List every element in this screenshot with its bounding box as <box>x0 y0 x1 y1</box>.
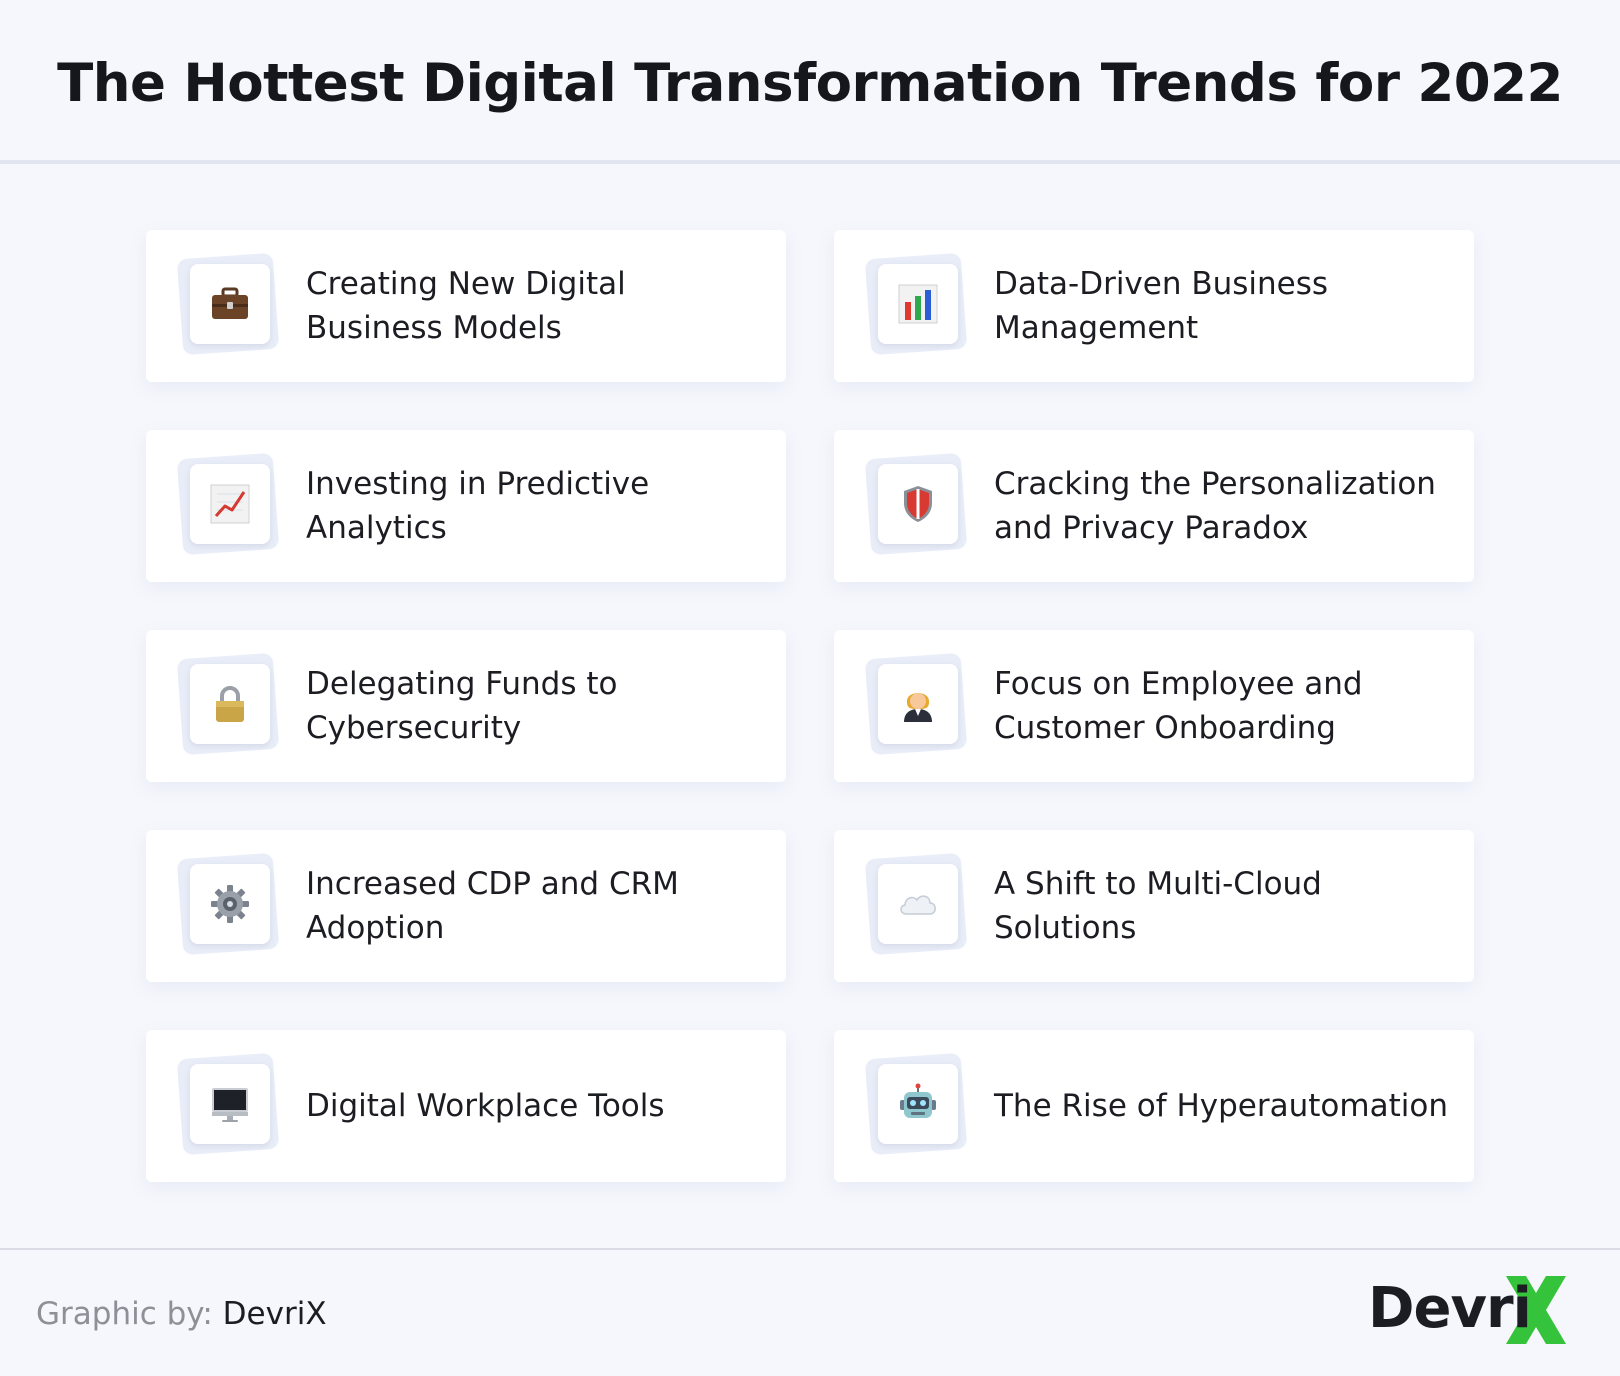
trend-label: Digital Workplace Tools <box>306 1088 665 1124</box>
icon-tile <box>864 652 968 756</box>
trend-card: A Shift to Multi-Cloud Solutions <box>834 830 1474 982</box>
icon-tile <box>864 852 968 956</box>
title-band: The Hottest Digital Transformation Trend… <box>0 0 1620 164</box>
bar-chart-icon <box>898 284 938 324</box>
trend-card: Data-Driven Business Management <box>834 230 1474 382</box>
cloud-icon <box>900 895 936 915</box>
credit-prefix: Graphic by: <box>36 1296 223 1332</box>
trend-card: Increased CDP and CRM Adoption <box>146 830 786 982</box>
trend-label: Focus on Employee and Customer Onboardin… <box>994 666 1363 746</box>
trend-card: Investing in Predictive Analytics <box>146 430 786 582</box>
padlock-icon <box>216 686 244 722</box>
trend-label: Delegating Funds to Cybersecurity <box>306 666 618 746</box>
trend-chart-icon <box>210 484 250 524</box>
icon-tile <box>176 852 280 956</box>
trend-label: A Shift to Multi-Cloud Solutions <box>994 866 1322 946</box>
icon-tile <box>176 452 280 556</box>
logo-text: Devri <box>1368 1276 1532 1341</box>
trend-label: Investing in Predictive Analytics <box>306 466 650 546</box>
trend-card: Creating New Digital Business Models <box>146 230 786 382</box>
gear-icon <box>211 885 249 923</box>
icon-tile <box>864 452 968 556</box>
person-icon <box>904 693 932 722</box>
shield-icon <box>904 486 932 522</box>
trend-card: The Rise of Hyperautomation <box>834 1030 1474 1182</box>
trend-label: Creating New Digital Business Models <box>306 266 626 346</box>
desktop-icon <box>212 1088 248 1122</box>
robot-icon <box>900 1083 936 1118</box>
icon-tile <box>176 252 280 356</box>
icon-tile <box>864 1052 968 1156</box>
trend-label: Data-Driven Business Management <box>994 266 1329 346</box>
trend-card: Focus on Employee and Customer Onboardin… <box>834 630 1474 782</box>
trend-label: The Rise of Hyperautomation <box>994 1088 1448 1124</box>
briefcase-icon <box>212 287 248 319</box>
trend-card: Digital Workplace Tools <box>146 1030 786 1182</box>
footer: Graphic by: DevriX Devri <box>0 1248 1620 1376</box>
icon-tile <box>176 1052 280 1156</box>
icon-tile <box>176 652 280 756</box>
page-title: The Hottest Digital Transformation Trend… <box>57 52 1563 114</box>
credit-brand: DevriX <box>222 1296 327 1332</box>
credit: Graphic by: DevriX <box>36 1296 327 1332</box>
icon-tile <box>864 252 968 356</box>
trend-card: Delegating Funds to Cybersecurity <box>146 630 786 782</box>
devrix-logo: Devri <box>1368 1270 1578 1360</box>
trend-label: Increased CDP and CRM Adoption <box>306 866 679 946</box>
trend-label: Cracking the Personalization and Privacy… <box>994 466 1436 546</box>
trend-card: Cracking the Personalization and Privacy… <box>834 430 1474 582</box>
trends-grid: Creating New Digital Business Models Dat… <box>146 230 1474 1182</box>
